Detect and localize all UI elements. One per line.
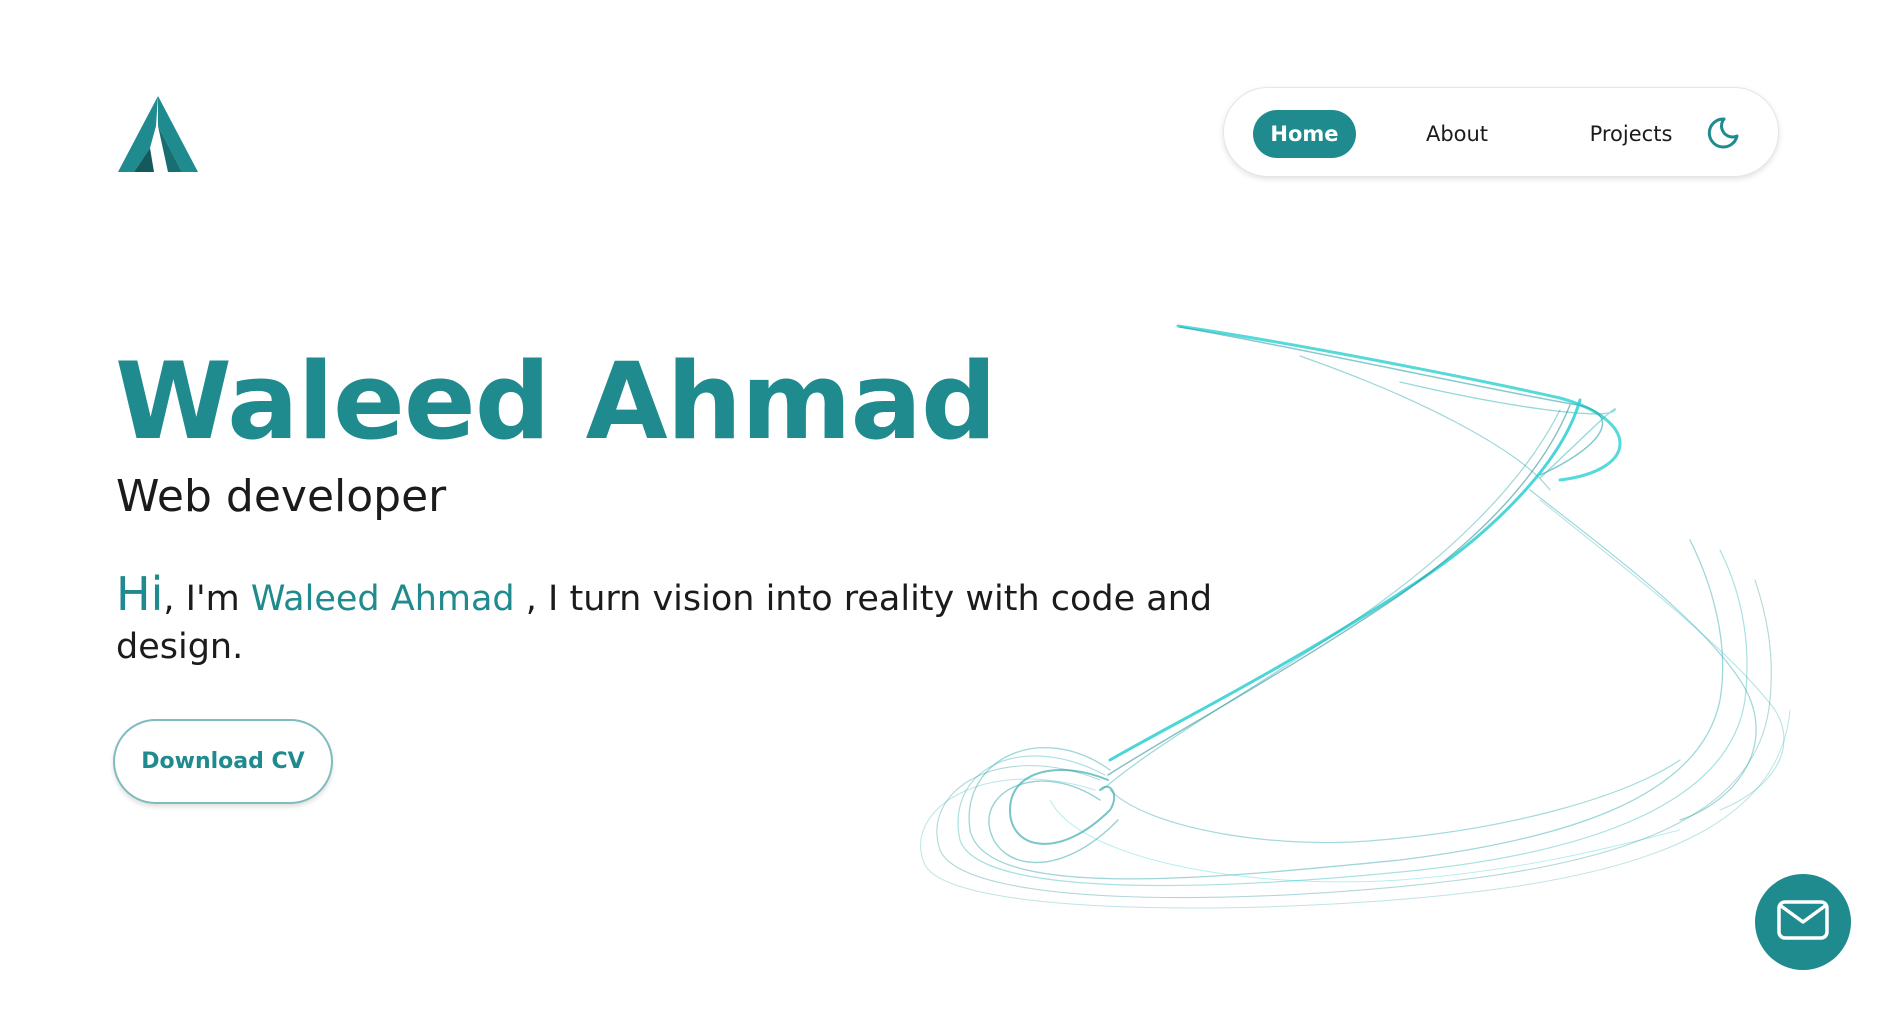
contact-mail-button[interactable] xyxy=(1755,874,1851,970)
intro-prefix: I'm xyxy=(174,579,251,619)
main-nav: Home About Projects xyxy=(1223,87,1779,177)
mail-icon xyxy=(1777,900,1829,940)
hero-name: Waleed Ahmad xyxy=(115,340,997,463)
intro-name: Waleed Ahmad xyxy=(250,579,515,619)
theme-toggle-button[interactable] xyxy=(1706,116,1740,150)
site-logo-icon[interactable] xyxy=(118,96,198,172)
intro-greeting: Hi xyxy=(116,567,164,621)
nav-home-link[interactable]: Home xyxy=(1253,110,1356,158)
intro-comma: , xyxy=(163,579,175,619)
portfolio-page: Home About Projects Waleed Ahmad Web dev… xyxy=(0,0,1885,1011)
nav-projects-link[interactable]: Projects xyxy=(1570,110,1692,158)
hero-role: Web developer xyxy=(116,471,447,522)
moon-icon xyxy=(1707,117,1739,149)
hero-intro: Hi, I'm Waleed Ahmad , I turn vision int… xyxy=(116,570,1236,671)
download-cv-button[interactable]: Download CV xyxy=(113,719,333,804)
logo-a-icon xyxy=(118,96,198,172)
nav-about-link[interactable]: About xyxy=(1409,110,1505,158)
